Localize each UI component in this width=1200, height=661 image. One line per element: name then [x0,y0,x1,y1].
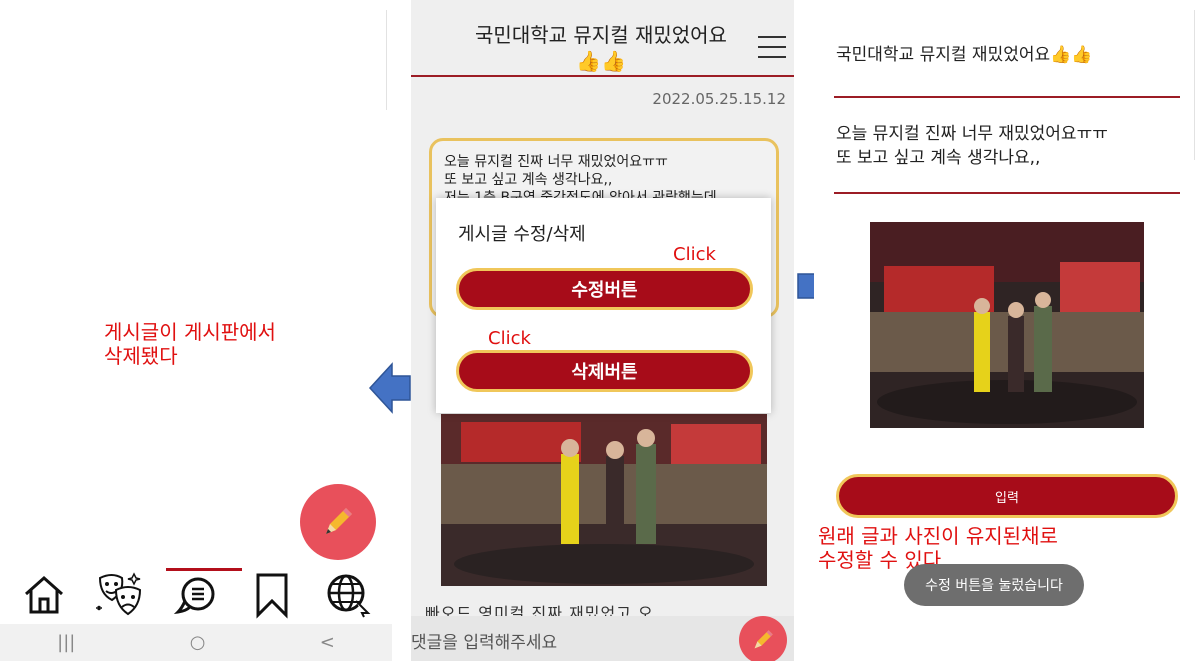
attached-photo[interactable] [870,222,1144,428]
recent-apps-button[interactable]: ||| [57,632,75,653]
body-line: 오늘 뮤지컬 진짜 너무 재밌었어요ㅠㅠ [836,124,1108,144]
system-home-button[interactable]: ○ [190,632,206,653]
nav-home[interactable] [14,568,74,622]
arrow-left-icon [368,362,411,414]
edit-button[interactable]: 수정버튼 [456,268,753,310]
pencil-icon [754,630,773,649]
right-screen: 국민대학교 뮤지컬 재밌었어요👍👍 오늘 뮤지컬 진짜 너무 재밌었어요ㅠㅠ 또… [814,0,1200,661]
frame-edge [386,10,387,110]
toast-message: 수정 버튼을 눌렀습니다 [904,564,1084,606]
edit-delete-dialog: 게시글 수정/삭제 수정버튼 삭제버튼 [436,198,771,413]
edit-body-field[interactable]: 오늘 뮤지컬 진짜 너무 재밌었어요ㅠㅠ 또 보고 싶고 계속 생각나요,, [836,122,1108,170]
dialog-title: 게시글 수정/삭제 [458,224,586,245]
nav-globe[interactable] [318,568,378,622]
theater-masks-icon [96,572,142,616]
nav-chat[interactable] [166,568,242,622]
chat-icon [173,577,215,615]
bottom-navigation [0,566,392,624]
write-post-fab[interactable] [300,484,376,560]
comment-input[interactable]: 댓글을 입력해주세요 [411,628,557,653]
comment-submit-button[interactable] [739,616,787,661]
post-photo [441,414,767,586]
frame-edge [1194,10,1195,160]
submit-button[interactable]: 입력 [836,474,1178,518]
nav-theater[interactable] [90,568,150,622]
pencil-icon [326,508,352,534]
content-line: 오늘 뮤지컬 진짜 너무 재밌었어요ㅠㅠ [444,154,668,170]
system-navigation-bar: ||| ○ < [0,624,392,661]
post-title: 국민대학교 뮤지컬 재밌었어요👍👍 [475,23,727,73]
body-line: 또 보고 싶고 계속 생각나요,, [836,148,1041,168]
menu-icon[interactable] [758,36,786,58]
content-line: 또 보고 싶고 계속 생각나요,, [444,172,613,188]
home-icon [25,575,63,614]
click-annotation-delete: Click [488,328,531,349]
click-annotation-edit: Click [673,244,716,265]
title-divider [834,96,1180,98]
header-divider [411,75,794,77]
post-header: 국민대학교 뮤지컬 재밌었어요👍👍 [411,0,794,78]
edit-title-field[interactable]: 국민대학교 뮤지컬 재밌었어요👍👍 [836,40,1092,65]
globe-icon [327,574,371,618]
nav-bookmark[interactable] [242,568,302,622]
body-divider [834,192,1180,194]
middle-screen: 국민대학교 뮤지컬 재밌었어요👍👍 2022.05.25.15.12 오늘 뮤지… [411,0,794,661]
post-date: 2022.05.25.15.12 [652,90,786,108]
delete-button[interactable]: 삭제버튼 [456,350,753,392]
left-screen: 게시글이 게시판에서 삭제됐다 ||| ○ < [0,0,392,661]
system-back-button[interactable]: < [320,632,335,653]
deleted-annotation: 게시글이 게시판에서 삭제됐다 [104,320,276,368]
bookmark-icon [256,573,288,619]
